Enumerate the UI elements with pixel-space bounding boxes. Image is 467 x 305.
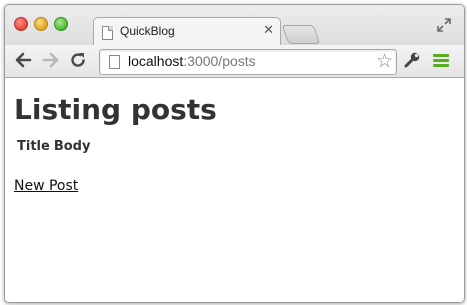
minimize-window-button[interactable] [34,17,48,31]
toolbar: localhost:3000/posts ☆ [5,45,464,77]
page-content: Listing posts Title Body New Post [5,78,464,302]
new-post-link[interactable]: New Post [14,178,78,194]
zoom-window-button[interactable] [54,17,68,31]
tab-title: QuickBlog [120,24,175,38]
bookmark-star-icon[interactable]: ☆ [376,50,393,72]
tab-quickblog[interactable]: QuickBlog ✕ [93,17,281,46]
table-header-row: Title Body [17,139,94,154]
new-tab-button[interactable] [281,25,321,44]
url-host: localhost [128,53,184,69]
close-tab-icon[interactable]: ✕ [263,23,274,38]
column-header-title: Title [17,139,50,154]
page-icon [102,26,113,40]
fullscreen-icon[interactable] [436,17,452,33]
browser-chrome: QuickBlog ✕ localhost:3000/posts ☆ [5,5,464,78]
browser-window: QuickBlog ✕ localhost:3000/posts ☆ Listi… [4,4,465,303]
column-header-body: Body [53,139,91,154]
forward-icon[interactable] [42,51,60,73]
back-icon[interactable] [14,51,32,73]
reload-icon[interactable] [69,51,87,73]
address-bar[interactable]: localhost:3000/posts ☆ [99,49,397,75]
page-icon [109,55,120,69]
page-title: Listing posts [14,93,217,126]
close-window-button[interactable] [14,17,28,31]
menu-icon[interactable] [433,54,449,68]
url-path: :3000/posts [183,53,256,69]
url-text[interactable]: localhost:3000/posts [128,53,256,69]
wrench-icon[interactable] [403,51,421,73]
